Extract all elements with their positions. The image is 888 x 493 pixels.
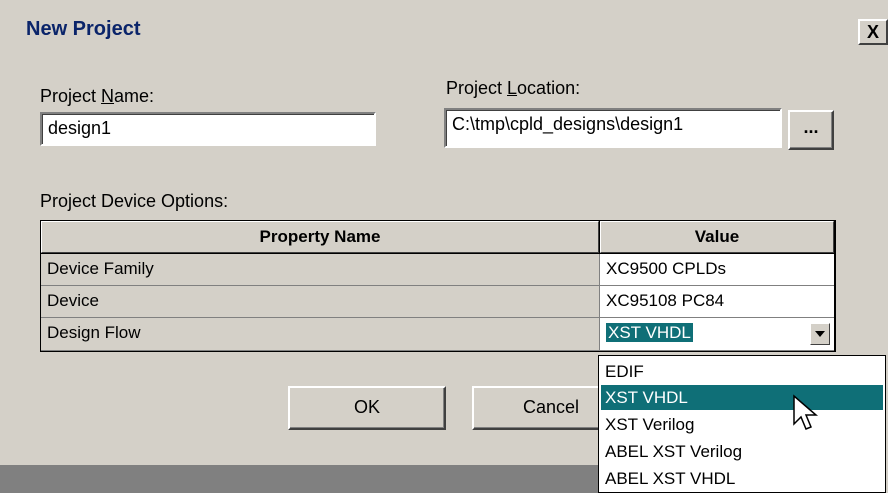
title-bar[interactable]: New Project bbox=[8, 8, 888, 52]
project-location-label-accel: L bbox=[507, 78, 518, 98]
close-icon: X bbox=[866, 22, 879, 42]
value-header: Value bbox=[600, 221, 834, 253]
project-location-label-suffix: ocation: bbox=[517, 78, 581, 98]
option-edif[interactable]: EDIF bbox=[601, 359, 883, 384]
row-device-name: Device bbox=[41, 286, 600, 318]
option-abel-xst-vhdl[interactable]: ABEL XST VHDL bbox=[601, 466, 883, 491]
design-flow-dropdown-list[interactable]: EDIF XST VHDL XST Verilog ABEL XST Veril… bbox=[598, 355, 886, 493]
browse-button[interactable]: ... bbox=[788, 110, 834, 150]
status-strip bbox=[0, 465, 598, 493]
option-abel-xst-verilog[interactable]: ABEL XST Verilog bbox=[601, 439, 883, 464]
project-name-label-prefix: Project bbox=[40, 86, 102, 106]
dialog-title: New Project bbox=[26, 18, 141, 40]
chevron-down-icon[interactable] bbox=[810, 323, 830, 345]
project-name-label-suffix: ame: bbox=[114, 86, 155, 106]
ok-button[interactable]: OK bbox=[288, 386, 446, 430]
project-name-label-accel: N bbox=[101, 86, 115, 106]
project-location-input[interactable]: C:\tmp\cpld_designs\design1 bbox=[444, 108, 782, 148]
mouse-cursor-icon bbox=[793, 394, 819, 430]
project-name-label: Project Name: bbox=[40, 86, 154, 107]
project-location-label-prefix: Project bbox=[446, 78, 508, 98]
row-device-value[interactable]: XC95108 PC84 bbox=[600, 286, 834, 318]
device-options-label: Project Device Options: bbox=[40, 191, 229, 211]
row-device-family-name: Device Family bbox=[41, 254, 600, 286]
design-flow-selected-value: XST VHDL bbox=[606, 323, 693, 342]
project-location-label: Project Location: bbox=[446, 78, 580, 99]
row-design-flow-name: Design Flow bbox=[41, 318, 600, 351]
row-device-family-value[interactable]: XC9500 CPLDs bbox=[600, 254, 834, 286]
property-grid: Property Name Value Device Family XC9500… bbox=[40, 220, 836, 352]
close-button[interactable]: X bbox=[858, 19, 888, 45]
new-project-dialog: New Project X Project Name: design1 Proj… bbox=[0, 0, 888, 493]
option-xst-vhdl[interactable]: XST VHDL bbox=[601, 385, 883, 410]
design-flow-combobox[interactable]: XST VHDL bbox=[600, 318, 834, 351]
property-name-header: Property Name bbox=[41, 221, 599, 253]
option-xst-verilog[interactable]: XST Verilog bbox=[601, 412, 883, 437]
project-name-input[interactable]: design1 bbox=[40, 112, 376, 146]
